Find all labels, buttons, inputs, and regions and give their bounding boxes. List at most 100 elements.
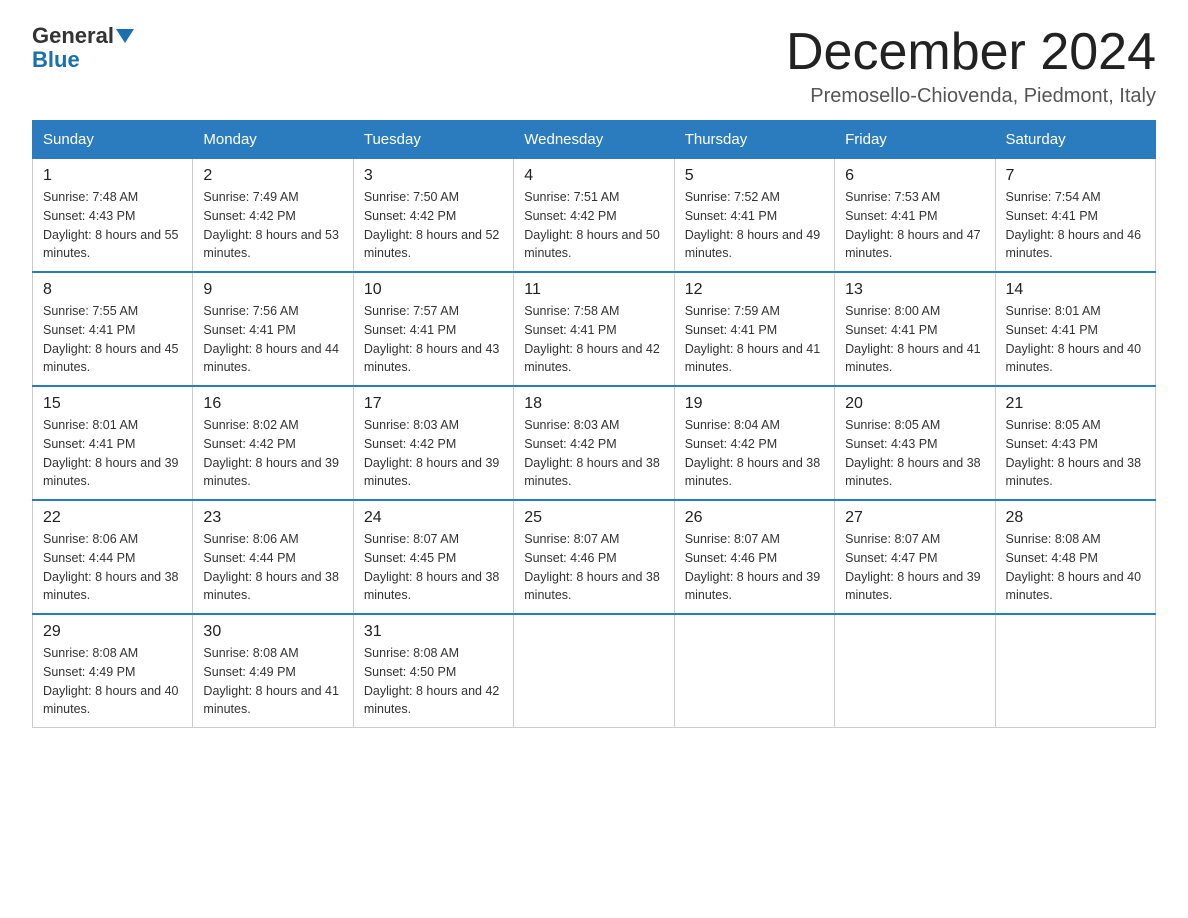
calendar-day-cell: 2 Sunrise: 7:49 AMSunset: 4:42 PMDaylight… bbox=[193, 159, 353, 273]
day-number: 20 bbox=[845, 395, 984, 413]
calendar-day-cell: 9 Sunrise: 7:56 AMSunset: 4:41 PMDaylight… bbox=[193, 272, 353, 386]
calendar-day-cell: 23 Sunrise: 8:06 AMSunset: 4:44 PMDayligh… bbox=[193, 500, 353, 614]
day-info: Sunrise: 8:00 AMSunset: 4:41 PMDaylight:… bbox=[845, 302, 984, 377]
day-number: 7 bbox=[1006, 167, 1145, 185]
day-info: Sunrise: 8:07 AMSunset: 4:46 PMDaylight:… bbox=[524, 530, 663, 605]
day-info: Sunrise: 8:03 AMSunset: 4:42 PMDaylight:… bbox=[524, 416, 663, 491]
weekday-header-friday: Friday bbox=[835, 121, 995, 159]
calendar-day-cell: 20Sunrise: 8:05 AMSunset: 4:43 PMDayligh… bbox=[835, 386, 995, 500]
day-number: 26 bbox=[685, 509, 824, 527]
calendar-day-cell: 14Sunrise: 8:01 AMSunset: 4:41 PMDayligh… bbox=[995, 272, 1155, 386]
calendar-day-cell: 26Sunrise: 8:07 AMSunset: 4:46 PMDayligh… bbox=[674, 500, 834, 614]
calendar-day-cell: 12Sunrise: 7:59 AMSunset: 4:41 PMDayligh… bbox=[674, 272, 834, 386]
day-number: 27 bbox=[845, 509, 984, 527]
day-info: Sunrise: 8:01 AMSunset: 4:41 PMDaylight:… bbox=[1006, 302, 1145, 377]
day-info: Sunrise: 7:57 AMSunset: 4:41 PMDaylight:… bbox=[364, 302, 503, 377]
day-info: Sunrise: 8:07 AMSunset: 4:47 PMDaylight:… bbox=[845, 530, 984, 605]
calendar-day-cell: 18 Sunrise: 8:03 AMSunset: 4:42 PMDayligh… bbox=[514, 386, 674, 500]
calendar-week-row: 29Sunrise: 8:08 AMSunset: 4:49 PMDayligh… bbox=[33, 614, 1156, 728]
calendar-day-cell: 22Sunrise: 8:06 AMSunset: 4:44 PMDayligh… bbox=[33, 500, 193, 614]
calendar-header: SundayMondayTuesdayWednesdayThursdayFrid… bbox=[33, 121, 1156, 159]
day-info: Sunrise: 8:08 AMSunset: 4:48 PMDaylight:… bbox=[1006, 530, 1145, 605]
page-header: General Blue December 2024 Premosello-Ch… bbox=[32, 24, 1156, 108]
day-number: 8 bbox=[43, 281, 182, 299]
logo-triangle-icon bbox=[116, 29, 134, 43]
day-number: 17 bbox=[364, 395, 503, 413]
day-number: 18 bbox=[524, 395, 663, 413]
day-info: Sunrise: 8:07 AMSunset: 4:45 PMDaylight:… bbox=[364, 530, 503, 605]
day-number: 25 bbox=[524, 509, 663, 527]
day-info: Sunrise: 8:05 AMSunset: 4:43 PMDaylight:… bbox=[1006, 416, 1145, 491]
day-info: Sunrise: 8:02 AMSunset: 4:42 PMDaylight:… bbox=[203, 416, 342, 491]
calendar-day-cell: 17 Sunrise: 8:03 AMSunset: 4:42 PMDayligh… bbox=[353, 386, 513, 500]
calendar-day-cell: 8 Sunrise: 7:55 AMSunset: 4:41 PMDaylight… bbox=[33, 272, 193, 386]
day-info: Sunrise: 8:08 AMSunset: 4:49 PMDaylight:… bbox=[43, 644, 182, 719]
day-info: Sunrise: 7:49 AMSunset: 4:42 PMDaylight:… bbox=[203, 188, 342, 263]
day-number: 31 bbox=[364, 623, 503, 641]
calendar-day-cell: 19 Sunrise: 8:04 AMSunset: 4:42 PMDayligh… bbox=[674, 386, 834, 500]
day-number: 6 bbox=[845, 167, 984, 185]
day-number: 28 bbox=[1006, 509, 1145, 527]
day-info: Sunrise: 8:04 AMSunset: 4:42 PMDaylight:… bbox=[685, 416, 824, 491]
calendar-day-cell: 5 Sunrise: 7:52 AMSunset: 4:41 PMDaylight… bbox=[674, 159, 834, 273]
location-text: Premosello-Chiovenda, Piedmont, Italy bbox=[786, 85, 1156, 108]
weekday-header-monday: Monday bbox=[193, 121, 353, 159]
calendar-body: 1Sunrise: 7:48 AMSunset: 4:43 PMDaylight… bbox=[33, 159, 1156, 728]
day-number: 15 bbox=[43, 395, 182, 413]
day-number: 9 bbox=[203, 281, 342, 299]
day-info: Sunrise: 8:08 AMSunset: 4:50 PMDaylight:… bbox=[364, 644, 503, 719]
calendar-day-cell bbox=[674, 614, 834, 728]
day-number: 19 bbox=[685, 395, 824, 413]
day-number: 16 bbox=[203, 395, 342, 413]
day-info: Sunrise: 8:03 AMSunset: 4:42 PMDaylight:… bbox=[364, 416, 503, 491]
calendar-day-cell: 31 Sunrise: 8:08 AMSunset: 4:50 PMDayligh… bbox=[353, 614, 513, 728]
day-info: Sunrise: 7:58 AMSunset: 4:41 PMDaylight:… bbox=[524, 302, 663, 377]
calendar-day-cell: 25 Sunrise: 8:07 AMSunset: 4:46 PMDayligh… bbox=[514, 500, 674, 614]
logo: General Blue bbox=[32, 24, 134, 72]
calendar-day-cell: 15 Sunrise: 8:01 AMSunset: 4:41 PMDayligh… bbox=[33, 386, 193, 500]
weekday-header-wednesday: Wednesday bbox=[514, 121, 674, 159]
day-number: 1 bbox=[43, 167, 182, 185]
day-number: 4 bbox=[524, 167, 663, 185]
calendar-table: SundayMondayTuesdayWednesdayThursdayFrid… bbox=[32, 120, 1156, 728]
calendar-day-cell: 11 Sunrise: 7:58 AMSunset: 4:41 PMDayligh… bbox=[514, 272, 674, 386]
weekday-header-tuesday: Tuesday bbox=[353, 121, 513, 159]
calendar-day-cell: 1Sunrise: 7:48 AMSunset: 4:43 PMDaylight… bbox=[33, 159, 193, 273]
calendar-week-row: 8 Sunrise: 7:55 AMSunset: 4:41 PMDaylight… bbox=[33, 272, 1156, 386]
calendar-week-row: 22 Sunrise: 8:06 AMSunset: 4:44 PMDayligh… bbox=[33, 500, 1156, 614]
day-number: 10 bbox=[364, 281, 503, 299]
calendar-day-cell bbox=[835, 614, 995, 728]
calendar-day-cell: 30Sunrise: 8:08 AMSunset: 4:49 PMDayligh… bbox=[193, 614, 353, 728]
calendar-day-cell: 29Sunrise: 8:08 AMSunset: 4:49 PMDayligh… bbox=[33, 614, 193, 728]
calendar-day-cell: 7Sunrise: 7:54 AMSunset: 4:41 PMDaylight… bbox=[995, 159, 1155, 273]
calendar-day-cell: 28 Sunrise: 8:08 AMSunset: 4:48 PMDayligh… bbox=[995, 500, 1155, 614]
day-info: Sunrise: 7:52 AMSunset: 4:41 PMDaylight:… bbox=[685, 188, 824, 263]
day-info: Sunrise: 7:55 AMSunset: 4:41 PMDaylight:… bbox=[43, 302, 182, 377]
calendar-day-cell: 3 Sunrise: 7:50 AMSunset: 4:42 PMDaylight… bbox=[353, 159, 513, 273]
day-number: 13 bbox=[845, 281, 984, 299]
day-number: 11 bbox=[524, 281, 663, 299]
day-number: 12 bbox=[685, 281, 824, 299]
weekday-header-sunday: Sunday bbox=[33, 121, 193, 159]
month-title: December 2024 bbox=[786, 24, 1156, 81]
calendar-day-cell bbox=[995, 614, 1155, 728]
weekday-header-saturday: Saturday bbox=[995, 121, 1155, 159]
calendar-day-cell: 24 Sunrise: 8:07 AMSunset: 4:45 PMDayligh… bbox=[353, 500, 513, 614]
logo-blue-text: Blue bbox=[32, 48, 80, 72]
calendar-day-cell: 6 Sunrise: 7:53 AMSunset: 4:41 PMDaylight… bbox=[835, 159, 995, 273]
day-number: 3 bbox=[364, 167, 503, 185]
day-number: 2 bbox=[203, 167, 342, 185]
day-number: 21 bbox=[1006, 395, 1145, 413]
day-number: 5 bbox=[685, 167, 824, 185]
day-info: Sunrise: 8:08 AMSunset: 4:49 PMDaylight:… bbox=[203, 644, 342, 719]
day-number: 24 bbox=[364, 509, 503, 527]
day-info: Sunrise: 7:53 AMSunset: 4:41 PMDaylight:… bbox=[845, 188, 984, 263]
day-number: 23 bbox=[203, 509, 342, 527]
day-number: 22 bbox=[43, 509, 182, 527]
calendar-day-cell bbox=[514, 614, 674, 728]
calendar-day-cell: 10 Sunrise: 7:57 AMSunset: 4:41 PMDayligh… bbox=[353, 272, 513, 386]
day-info: Sunrise: 8:01 AMSunset: 4:41 PMDaylight:… bbox=[43, 416, 182, 491]
day-info: Sunrise: 7:56 AMSunset: 4:41 PMDaylight:… bbox=[203, 302, 342, 377]
day-info: Sunrise: 8:06 AMSunset: 4:44 PMDaylight:… bbox=[203, 530, 342, 605]
day-info: Sunrise: 7:50 AMSunset: 4:42 PMDaylight:… bbox=[364, 188, 503, 263]
